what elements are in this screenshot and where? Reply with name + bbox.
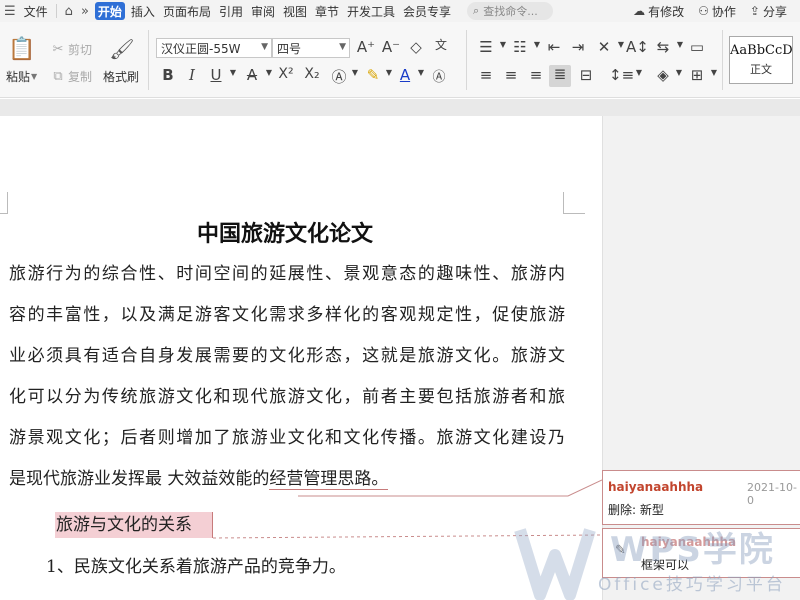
tab-chapter[interactable]: 章节 — [311, 0, 343, 22]
grow-font-icon[interactable]: A⁺ — [355, 38, 377, 56]
share-button[interactable]: ⇪ 分享 — [743, 3, 794, 20]
file-menu[interactable]: 文件 — [20, 0, 52, 22]
shrink-font-icon[interactable]: A⁻ — [380, 38, 402, 56]
chevron-down-icon: ▼ — [261, 42, 268, 52]
distributed-align-icon[interactable]: ⊟ — [575, 66, 597, 84]
tab-page-layout[interactable]: 页面布局 — [159, 0, 215, 22]
font-name-select[interactable]: 汉仪正圆-55W ▼ — [156, 38, 272, 58]
tab-developer[interactable]: 开发工具 — [343, 0, 399, 22]
comment-author: haiyanaahhha — [641, 535, 737, 549]
cloud-sync-icon: ☁ — [633, 4, 646, 18]
menu-bar: ☰ 文件 ⌂ » 开始 插入 页面布局 引用 审阅 视图 章节 开发工具 会员专… — [0, 0, 800, 22]
hamburger-menu-icon[interactable]: ☰ — [0, 4, 20, 19]
paste-label-wrap[interactable]: 粘贴 ▼ — [6, 68, 37, 85]
share-label: 分享 — [762, 4, 787, 19]
cut-button[interactable]: ✂ 剪切 — [48, 39, 92, 59]
ribbon-toolbar: 📋 粘贴 ▼ ✂ 剪切 ⧉ 复制 🖌 格式刷 汉仪正圆-55W ▼ 四号 ▼ A⁺ A… — [0, 22, 800, 98]
decrease-indent-icon[interactable]: ⇤ — [543, 38, 565, 56]
scissors-icon: ✂ — [52, 41, 64, 57]
paste-clipboard-icon: 📋 — [8, 36, 36, 62]
sort-icon[interactable]: A↕ — [626, 38, 649, 56]
comment-balloon[interactable]: haiyanaahhha 2021-10-0 删除: 新型 — [602, 470, 800, 525]
comment-text: 框架可以 — [641, 558, 690, 572]
style-normal[interactable]: AaBbCcDd 正文 — [729, 36, 793, 84]
changes-button[interactable]: ☁ 有修改 — [626, 3, 691, 20]
line-spacing-dropdown-icon[interactable]: ▼ — [628, 68, 650, 77]
align-left-icon[interactable]: ≡ — [475, 66, 497, 84]
bold-button[interactable]: B — [157, 66, 179, 84]
comment-connector-lines — [212, 479, 602, 539]
collab-label: 协作 — [711, 4, 736, 19]
search-placeholder: 查找命令... — [483, 5, 538, 18]
increase-indent-icon[interactable]: ⇥ — [567, 38, 589, 56]
comment-body: 删除: 新型 — [608, 501, 664, 518]
toolbar-separator — [466, 30, 467, 90]
toolbar-separator — [722, 30, 723, 90]
person-add-icon: ⚇ — [698, 4, 709, 18]
document-page[interactable]: 中国旅游文化论文 旅游行为的综合性、时间空间的延展性、景观意态的趣味性、旅游内 … — [0, 116, 602, 600]
comment-author: haiyanaahhha — [608, 480, 704, 494]
comment-label: 删除: — [608, 503, 637, 517]
command-search[interactable]: ⌕ 查找命令... — [467, 2, 554, 20]
paste-button[interactable]: 📋 — [8, 36, 36, 62]
align-center-icon[interactable]: ≡ — [500, 66, 522, 84]
style-name: 正文 — [750, 63, 772, 76]
copy-button[interactable]: ⧉ 复制 — [48, 66, 92, 86]
tab-references[interactable]: 引用 — [215, 0, 247, 22]
comment-balloon[interactable]: haiyanaahhha ✎ 框架可以 — [602, 528, 800, 578]
format-painter-icon-wrap[interactable]: 🖌 — [109, 36, 135, 62]
tab-insert[interactable]: 插入 — [127, 0, 159, 22]
subscript-button[interactable]: X₂ — [299, 66, 325, 82]
comment-date: 2021-10-0 — [747, 481, 797, 507]
tab-home[interactable]: 开始 — [94, 2, 125, 20]
quick-save-icon[interactable]: ⌂ — [61, 4, 77, 19]
search-icon: ⌕ — [473, 4, 480, 17]
collab-button[interactable]: ⚇ 协作 — [691, 3, 743, 20]
font-name-value: 汉仪正圆-55W — [161, 41, 241, 56]
comment-text: 新型 — [639, 503, 664, 517]
paste-dropdown-icon: ▼ — [31, 72, 38, 81]
justify-icon[interactable]: ≣ — [549, 65, 571, 87]
comment-connector-2 — [212, 534, 602, 539]
chevron-down-icon: ▼ — [339, 42, 346, 52]
align-right-icon[interactable]: ≡ — [525, 66, 547, 84]
comment-connector-1 — [298, 479, 602, 497]
tab-view[interactable]: 视图 — [279, 0, 311, 22]
changes-label: 有修改 — [648, 4, 685, 19]
brush-icon: 🖌 — [109, 37, 135, 61]
character-border-icon[interactable]: Ⓐ — [428, 66, 450, 85]
italic-button[interactable]: I — [181, 66, 203, 84]
right-actions: ☁ 有修改 ⚇ 协作 ⇪ 分享 — [626, 0, 794, 22]
toolbar-separator — [148, 30, 149, 90]
font-size-select[interactable]: 四号 ▼ — [272, 38, 350, 58]
menu-separator — [55, 4, 57, 18]
phonetic-guide-icon[interactable]: 文 — [430, 36, 452, 53]
superscript-button[interactable]: X² — [273, 66, 299, 82]
tab-review[interactable]: 审阅 — [247, 0, 279, 22]
paste-label: 粘贴 — [6, 70, 31, 84]
copy-label: 复制 — [68, 69, 93, 84]
format-painter-label: 格式刷 — [103, 70, 140, 84]
style-sample-text: AaBbCcDd — [730, 43, 792, 58]
tab-member[interactable]: 会员专享 — [399, 0, 455, 22]
clear-format-icon[interactable]: ◇ — [405, 38, 427, 56]
format-painter-button[interactable]: 格式刷 — [103, 68, 139, 85]
share-icon: ⇪ — [749, 4, 760, 18]
cut-label: 剪切 — [68, 42, 93, 57]
copy-icon: ⧉ — [53, 68, 63, 84]
font-size-value: 四号 — [277, 41, 302, 56]
more-quick-access-icon[interactable]: » — [77, 4, 93, 19]
tab-stops-icon[interactable]: ▭ — [686, 38, 708, 56]
reply-avatar-icon: ✎ — [615, 543, 626, 558]
page-gap — [0, 99, 800, 116]
